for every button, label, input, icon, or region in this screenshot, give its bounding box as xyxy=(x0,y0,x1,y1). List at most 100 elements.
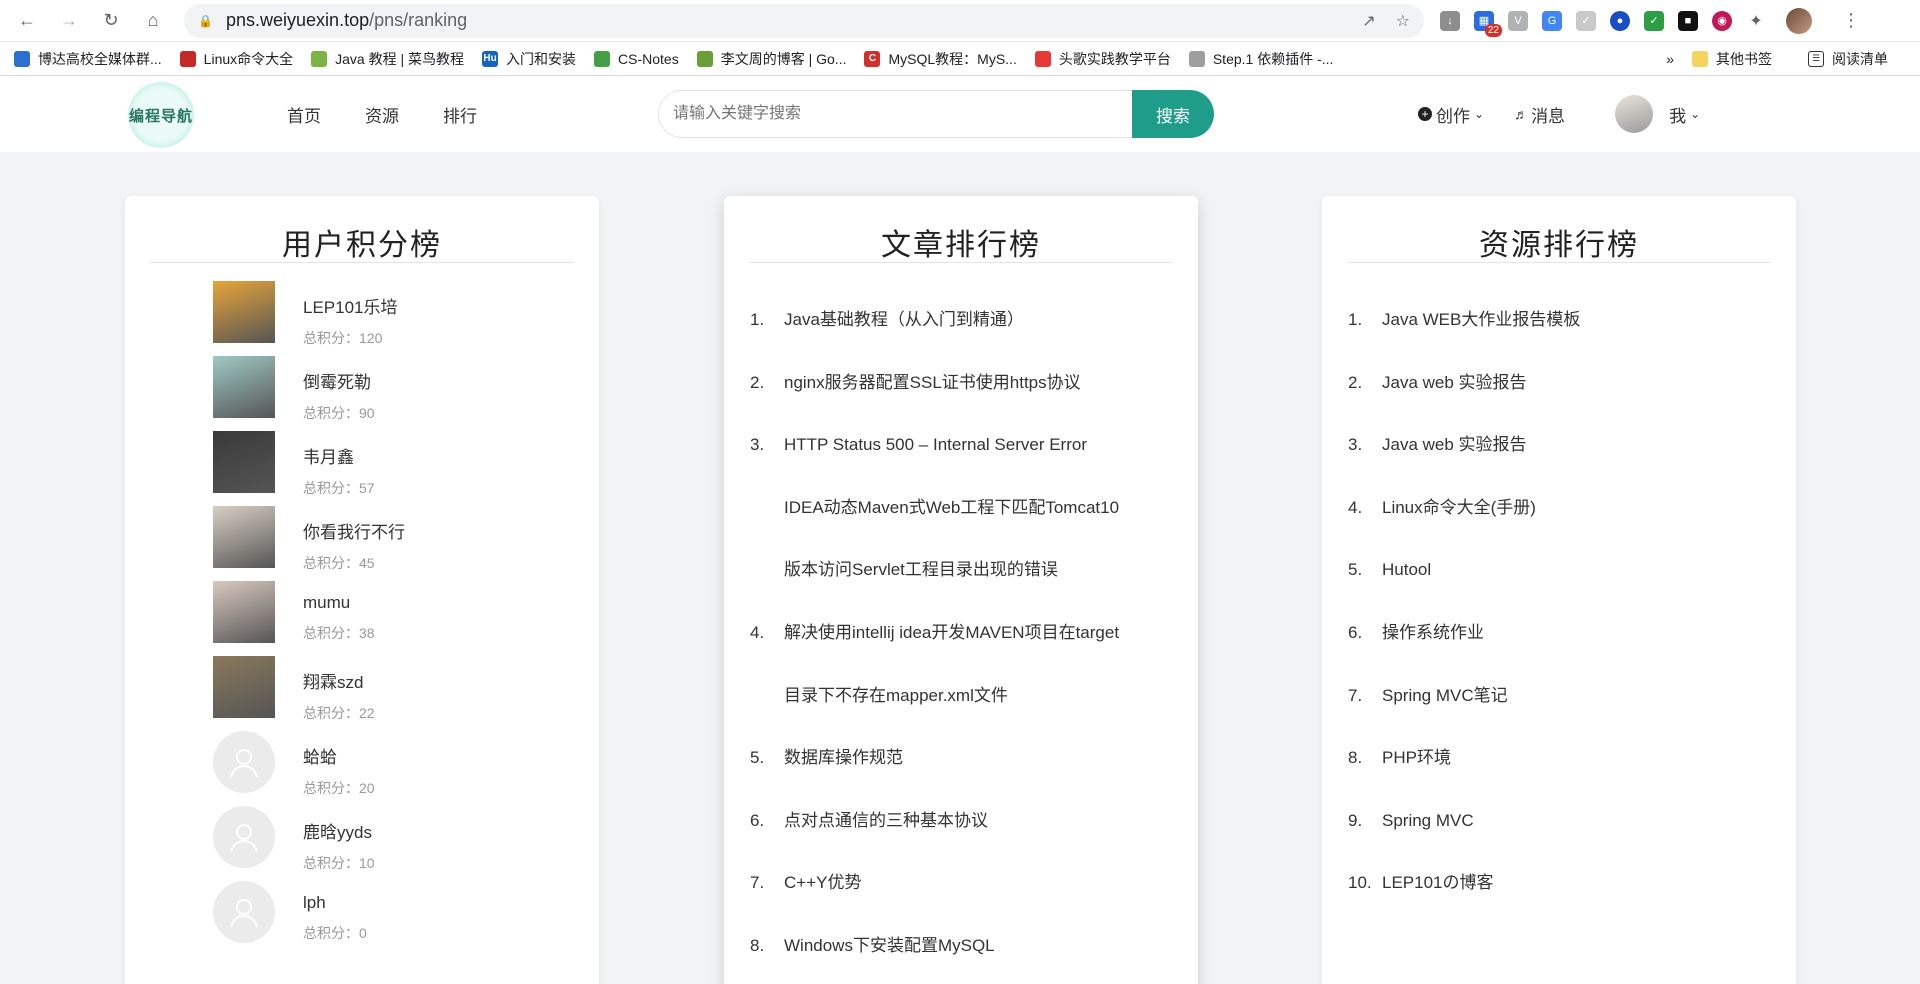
user-name[interactable]: 鹿晗yyds xyxy=(303,818,375,843)
rank-title-link[interactable]: Java WEB大作业报告模板 xyxy=(1382,289,1762,352)
media-extension-icon[interactable]: ■ xyxy=(1678,10,1698,31)
user-name[interactable]: 蛤蛤 xyxy=(303,743,375,768)
rank-title-link[interactable]: C++Y优势 xyxy=(784,852,1164,915)
resource-rank-item[interactable]: 7. Spring MVC笔记 xyxy=(1348,665,1796,728)
bookmark-item[interactable]: CS-Notes xyxy=(594,50,679,67)
home-icon[interactable]: ⌂ xyxy=(138,6,168,36)
more-bookmarks-icon[interactable]: » xyxy=(1666,51,1674,67)
profile-avatar[interactable] xyxy=(1786,7,1812,34)
user-avatar[interactable] xyxy=(213,431,275,493)
article-rank-item[interactable]: 8. Windows下安装配置MySQL xyxy=(750,915,1198,978)
article-rank-item[interactable]: 2. nginx服务器配置SSL证书使用https协议 xyxy=(750,352,1198,415)
user-row[interactable]: 倒霉死勒 总积分：90 xyxy=(213,356,599,431)
user-row[interactable]: 蛤蛤 总积分：20 xyxy=(213,731,599,806)
resource-rank-item[interactable]: 10. LEP101の博客 xyxy=(1348,852,1796,915)
user-row[interactable]: 翔霖szd 总积分：22 xyxy=(213,656,599,731)
shield-icon[interactable]: ✓ xyxy=(1644,10,1664,31)
search-input[interactable] xyxy=(658,90,1132,138)
user-avatar[interactable] xyxy=(213,506,275,568)
rank-title-link[interactable]: Hutool xyxy=(1382,539,1762,602)
color-picker-icon[interactable]: ◉ xyxy=(1712,10,1732,31)
rank-title-link[interactable]: LEP101の博客 xyxy=(1382,852,1762,915)
article-rank-item[interactable]: 7. C++Y优势 xyxy=(750,852,1198,915)
user-avatar[interactable] xyxy=(213,806,275,868)
user-avatar[interactable] xyxy=(213,881,275,943)
user-avatar[interactable] xyxy=(213,281,275,343)
user-avatar[interactable] xyxy=(1615,95,1654,133)
rank-title-link[interactable]: 点对点通信的三种基本协议 xyxy=(784,790,1164,853)
bookmark-item[interactable]: Java 教程 | 菜鸟教程 xyxy=(311,49,464,69)
forward-arrow-icon[interactable]: → xyxy=(54,6,84,36)
address-bar[interactable]: 🔒 pns.weiyuexin.top/pns/ranking ↗ ☆ xyxy=(184,3,1424,38)
article-rank-item[interactable]: 4. 解决使用intellij idea开发MAVEN项目在target 目录下不存… xyxy=(750,602,1198,727)
bookmark-item[interactable]: 李文周的博客 | Go... xyxy=(696,49,846,69)
other-bookmarks[interactable]: 其他书签 xyxy=(1692,49,1772,69)
user-name[interactable]: lph xyxy=(303,893,367,913)
bookmark-star-icon[interactable]: ☆ xyxy=(1396,11,1410,31)
check-extension-icon[interactable]: ✓ xyxy=(1576,10,1596,31)
share-icon[interactable]: ↗ xyxy=(1362,11,1375,31)
messages-link[interactable]: ♬ 消息 xyxy=(1514,102,1565,127)
user-name[interactable]: 翔霖szd xyxy=(303,668,375,693)
user-name[interactable]: 韦月鑫 xyxy=(303,443,375,468)
nav-resources[interactable]: 资源 xyxy=(365,102,399,127)
user-name[interactable]: 你看我行不行 xyxy=(303,518,405,543)
user-row[interactable]: LEP101乐培 总积分：120 xyxy=(213,281,599,356)
bookmark-item[interactable]: Step.1 依赖插件 -... xyxy=(1188,49,1333,69)
resource-rank-item[interactable]: 5. Hutool xyxy=(1348,539,1796,602)
bookmark-item[interactable]: C MySQL教程：MyS... xyxy=(864,49,1017,69)
bookmark-item[interactable]: 头歌实践教学平台 xyxy=(1034,49,1171,69)
rank-title-link[interactable]: Java web 实验报告 xyxy=(1382,352,1762,415)
reload-icon[interactable]: ↻ xyxy=(96,6,126,36)
back-arrow-icon[interactable]: ← xyxy=(12,6,42,36)
menu-kebab-icon[interactable]: ⋮ xyxy=(1836,6,1866,36)
v-extension-icon[interactable]: V xyxy=(1508,10,1528,31)
rank-title-link[interactable]: Linux命令大全(手册) xyxy=(1382,477,1762,540)
rank-title-link[interactable]: 操作系统作业 xyxy=(1382,602,1762,665)
resource-rank-item[interactable]: 2. Java web 实验报告 xyxy=(1348,352,1796,415)
article-rank-item[interactable]: 5. 数据库操作规范 xyxy=(750,727,1198,790)
user-avatar[interactable] xyxy=(213,731,275,793)
extension-grid-icon[interactable]: ▦ 22 xyxy=(1474,10,1502,37)
user-row[interactable]: 韦月鑫 总积分：57 xyxy=(213,431,599,506)
bookmark-item[interactable]: Linux命令大全 xyxy=(179,49,293,69)
bookmark-item[interactable]: 博达高校全媒体群... xyxy=(14,49,162,69)
site-logo[interactable]: 编程导航 xyxy=(128,82,194,148)
article-rank-item[interactable]: 1. Java基础教程（从入门到精通） xyxy=(750,289,1198,352)
rank-title-link[interactable]: nginx服务器配置SSL证书使用https协议 xyxy=(784,352,1164,415)
bookmark-item[interactable]: Hu 入门和安装 xyxy=(482,49,576,69)
rank-title-link[interactable]: Java基础教程（从入门到精通） xyxy=(784,289,1164,352)
rank-title-link[interactable]: 数据库操作规范 xyxy=(784,727,1164,790)
rank-title-link[interactable]: Windows下安装配置MySQL xyxy=(784,915,1164,978)
resource-rank-item[interactable]: 3. Java web 实验报告 xyxy=(1348,414,1796,477)
resource-rank-item[interactable]: 1. Java WEB大作业报告模板 xyxy=(1348,289,1796,352)
nav-ranking[interactable]: 排行 xyxy=(443,102,477,127)
user-row[interactable]: 你看我行不行 总积分：45 xyxy=(213,506,599,581)
nav-home[interactable]: 首页 xyxy=(287,102,321,127)
lock-icon[interactable]: 🔒 xyxy=(198,14,213,28)
user-avatar[interactable] xyxy=(213,656,275,718)
resource-rank-item[interactable]: 6. 操作系统作业 xyxy=(1348,602,1796,665)
article-rank-item[interactable]: 3. HTTP Status 500 – Internal Server Erro… xyxy=(750,414,1198,602)
reading-list[interactable]: ☰ 阅读清单 xyxy=(1808,49,1888,69)
user-row[interactable]: lph 总积分：0 xyxy=(213,881,599,956)
create-menu[interactable]: + 创作 ⌄ xyxy=(1418,102,1484,127)
resource-rank-item[interactable]: 9. Spring MVC xyxy=(1348,790,1796,853)
translate-icon[interactable]: G xyxy=(1542,10,1562,31)
me-menu[interactable]: 我 ⌄ xyxy=(1669,102,1700,127)
user-avatar[interactable] xyxy=(213,356,275,418)
download-icon[interactable]: ↓ xyxy=(1440,10,1460,31)
rank-title-link[interactable]: 解决使用intellij idea开发MAVEN项目在target 目录下不存在m… xyxy=(784,602,1164,727)
resource-rank-item[interactable]: 4. Linux命令大全(手册) xyxy=(1348,477,1796,540)
rank-title-link[interactable]: Java web 实验报告 xyxy=(1382,414,1762,477)
article-rank-item[interactable]: 6. 点对点通信的三种基本协议 xyxy=(750,790,1198,853)
rank-title-link[interactable]: Spring MVC笔记 xyxy=(1382,665,1762,728)
puzzle-extensions-icon[interactable]: ✦ xyxy=(1746,11,1766,31)
rank-title-link[interactable]: Spring MVC xyxy=(1382,790,1762,853)
user-name[interactable]: mumu xyxy=(303,593,375,613)
user-avatar[interactable] xyxy=(213,581,275,643)
search-button[interactable]: 搜索 xyxy=(1132,90,1214,138)
user-row[interactable]: 鹿晗yyds 总积分：10 xyxy=(213,806,599,881)
rank-title-link[interactable]: HTTP Status 500 – Internal Server Error I… xyxy=(784,414,1164,602)
user-name[interactable]: 倒霉死勒 xyxy=(303,368,375,393)
